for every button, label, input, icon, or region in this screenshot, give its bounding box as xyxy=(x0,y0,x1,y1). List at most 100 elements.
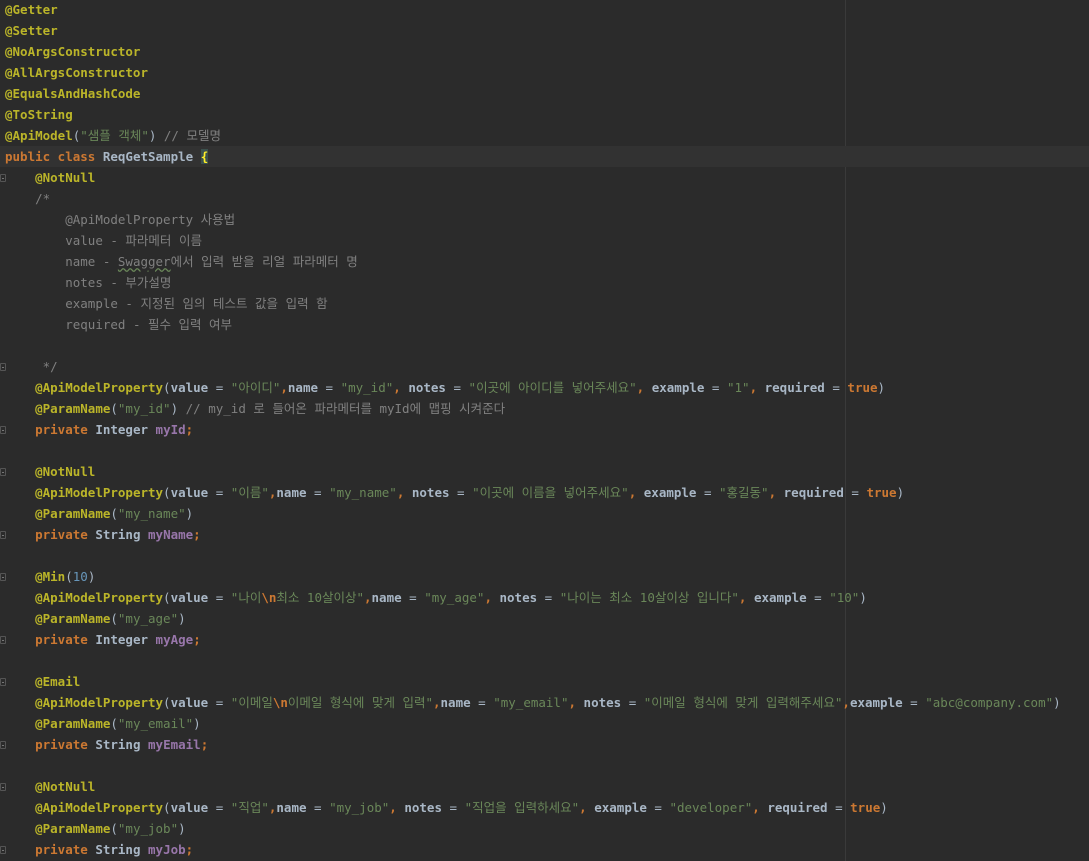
code-line[interactable]: @EqualsAndHashCode xyxy=(0,83,1089,104)
code-line[interactable] xyxy=(0,755,1089,776)
code-token: ( xyxy=(163,695,171,710)
fold-marker-icon[interactable] xyxy=(0,363,6,371)
code-line[interactable]: name - Swagger에서 입력 받을 리얼 파라메터 명 xyxy=(0,251,1089,272)
code-token: ; xyxy=(185,842,194,857)
code-line[interactable]: @ApiModelProperty(value = "나이\n최소 10살이상"… xyxy=(0,587,1089,608)
code-line[interactable]: @ToString xyxy=(0,104,1089,125)
code-token: = xyxy=(306,800,330,815)
code-token: @NoArgsConstructor xyxy=(5,44,141,59)
code-line[interactable] xyxy=(0,650,1089,671)
code-token: = xyxy=(208,695,231,710)
code-line[interactable]: @ParamName("my_email") xyxy=(0,713,1089,734)
code-line[interactable] xyxy=(0,545,1089,566)
code-line[interactable]: @AllArgsConstructor xyxy=(0,62,1089,83)
code-line[interactable]: @ParamName("my_age") xyxy=(0,608,1089,629)
fold-marker-icon[interactable] xyxy=(0,573,6,581)
code-token: notes xyxy=(583,695,622,710)
code-token: public class xyxy=(5,149,103,164)
code-token: "my_id" xyxy=(117,401,171,416)
code-token: // my_id 로 들어온 파라메터를 myId에 맵핑 시켜준다 xyxy=(185,401,506,416)
code-line[interactable]: @NotNull xyxy=(0,461,1089,482)
code-token: myAge xyxy=(155,632,194,647)
code-line[interactable]: private String myEmail; xyxy=(0,734,1089,755)
code-token: @ToString xyxy=(5,107,73,122)
fold-marker-icon[interactable] xyxy=(0,174,6,182)
code-line[interactable]: value - 파라메터 이름 xyxy=(0,230,1089,251)
code-line[interactable]: notes - 부가설명 xyxy=(0,272,1089,293)
code-line[interactable] xyxy=(0,335,1089,356)
code-line[interactable]: @Getter xyxy=(0,0,1089,20)
code-token: "나이는 최소 10살이상 입니다" xyxy=(559,590,739,605)
code-token: ) xyxy=(178,821,186,836)
code-token: true xyxy=(866,485,897,500)
code-line[interactable]: @ApiModelProperty 사용법 xyxy=(0,209,1089,230)
code-line[interactable]: private String myJob; xyxy=(0,839,1089,860)
code-line[interactable]: public class ReqGetSample { xyxy=(0,146,1089,167)
code-token: = xyxy=(704,380,727,395)
code-token: "my_name" xyxy=(117,506,186,521)
fold-marker-icon[interactable] xyxy=(0,678,6,686)
code-line[interactable]: private Integer myId; xyxy=(0,419,1089,440)
fold-marker-icon[interactable] xyxy=(0,468,6,476)
code-token: "1" xyxy=(726,380,750,395)
code-line[interactable]: @NotNull xyxy=(0,776,1089,797)
code-token: ) xyxy=(880,800,888,815)
fold-marker-icon[interactable] xyxy=(0,783,6,791)
code-token: 이메일 형식에 맞게 입력" xyxy=(287,695,433,710)
fold-marker-icon[interactable] xyxy=(0,636,6,644)
code-token: "이름" xyxy=(230,485,269,500)
code-line[interactable] xyxy=(0,440,1089,461)
code-line[interactable]: @Min(10) xyxy=(0,566,1089,587)
code-token: , xyxy=(628,485,644,500)
code-token: "my_job" xyxy=(329,800,390,815)
fold-marker-icon[interactable] xyxy=(0,741,6,749)
code-line[interactable]: /* xyxy=(0,188,1089,209)
code-token: ) xyxy=(148,128,164,143)
code-line[interactable]: */ xyxy=(0,356,1089,377)
code-line[interactable]: @ParamName("my_name") xyxy=(0,503,1089,524)
code-token: @ApiModelProperty 사용법 xyxy=(65,212,236,227)
code-token: @AllArgsConstructor xyxy=(5,65,148,80)
code-token: String xyxy=(95,842,149,857)
code-line[interactable]: @ApiModelProperty(value = "아이디",name = "… xyxy=(0,377,1089,398)
code-token: ( xyxy=(163,485,171,500)
code-line[interactable]: private Integer myAge; xyxy=(0,629,1089,650)
code-line[interactable]: @NoArgsConstructor xyxy=(0,41,1089,62)
code-token: "아이디" xyxy=(230,380,281,395)
code-token: , xyxy=(842,695,850,710)
code-editor[interactable]: @Getter @Setter @NoArgsConstructor @AllArgs… xyxy=(0,0,1089,861)
code-line[interactable]: @ApiModelProperty(value = "직업", name = "m… xyxy=(0,797,1089,818)
code-token: @ApiModel xyxy=(5,128,73,143)
code-token: "10" xyxy=(829,590,860,605)
code-line[interactable]: @Email xyxy=(0,671,1089,692)
code-line[interactable]: required - 필수 입력 여부 xyxy=(0,314,1089,335)
code-token: @ParamName xyxy=(35,401,111,416)
fold-marker-icon[interactable] xyxy=(0,531,6,539)
code-line[interactable]: @ParamName("my_job") xyxy=(0,818,1089,839)
code-line[interactable]: example - 지정된 임의 테스트 값을 입력 함 xyxy=(0,293,1089,314)
code-line[interactable]: @NotNull xyxy=(0,167,1089,188)
code-token: ; xyxy=(193,527,201,542)
code-token: = xyxy=(902,695,926,710)
code-line[interactable]: @ApiModelProperty(value = "이름", name = "m… xyxy=(0,482,1089,503)
code-line[interactable]: @ApiModelProperty(value = "이메일\n이메일 형식에 … xyxy=(0,692,1089,713)
code-line[interactable]: @Setter xyxy=(0,20,1089,41)
code-token: required - 필수 입력 여부 xyxy=(65,317,233,332)
code-line[interactable]: @ApiModel("샘플 객체") // 모델명 xyxy=(0,125,1089,146)
code-line[interactable]: @ParamName("my_id") // my_id 로 들어온 파라메터를… xyxy=(0,398,1089,419)
code-line[interactable]: private String myName; xyxy=(0,524,1089,545)
fold-marker-icon[interactable] xyxy=(0,426,6,434)
code-token: example xyxy=(594,800,647,815)
code-token: "이메일 형식에 맞게 입력해주세요" xyxy=(643,695,843,710)
code-token: @ApiModelProperty xyxy=(35,800,164,815)
code-token: = xyxy=(843,485,867,500)
fold-marker-icon[interactable] xyxy=(0,846,6,854)
code-token: = xyxy=(646,800,670,815)
code-token: myName xyxy=(148,527,194,542)
